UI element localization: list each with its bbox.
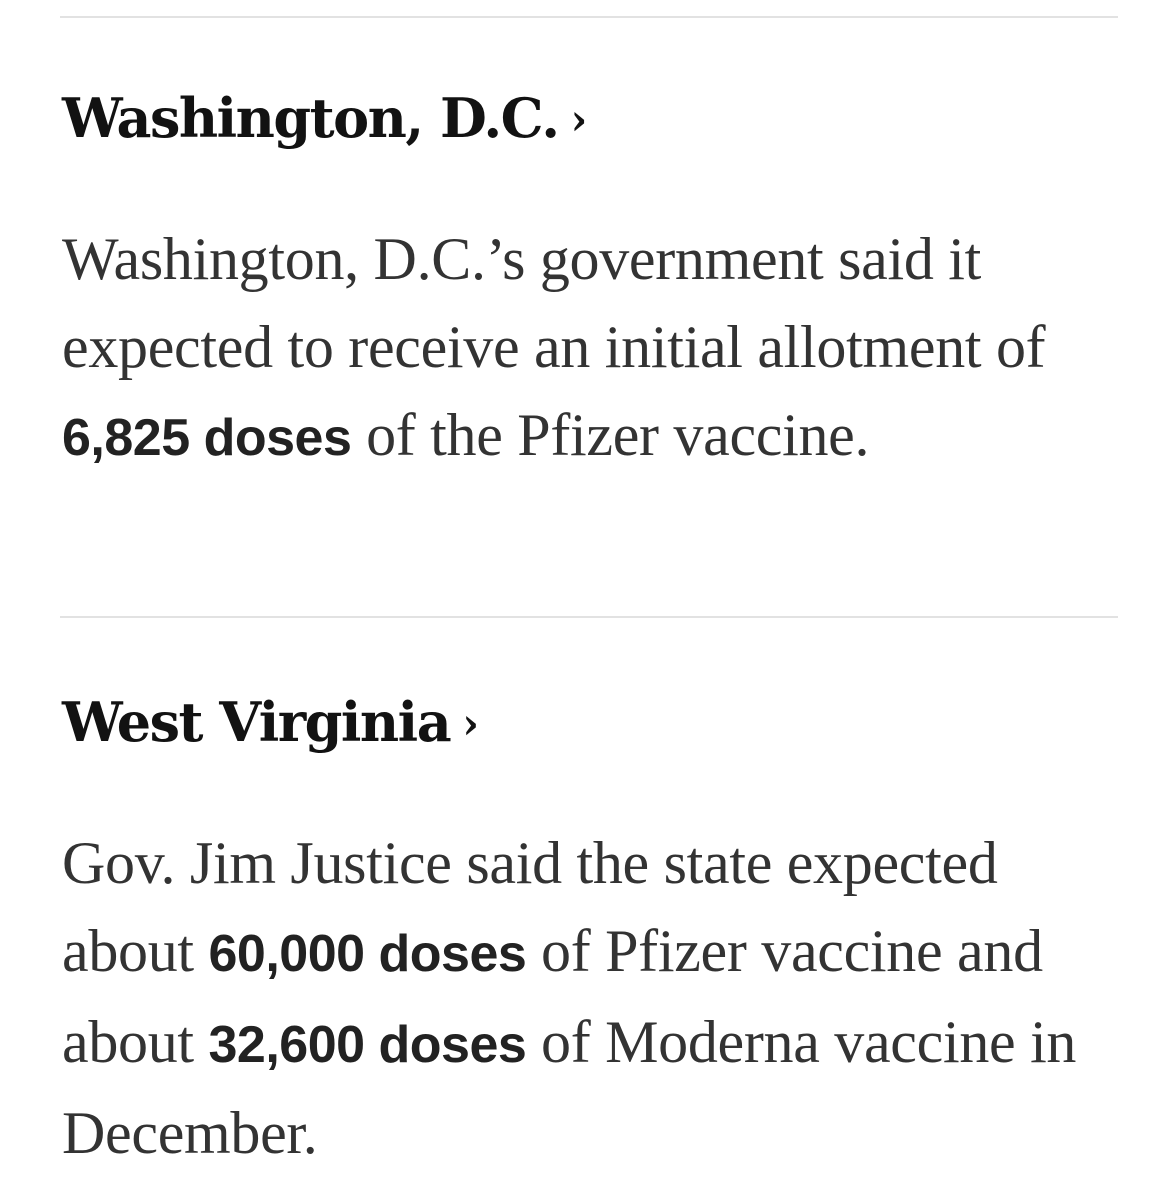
entry-heading-link[interactable]: Washington, D.C. › xyxy=(62,78,1122,163)
entry-body: Washington, D.C.’s government said it ex… xyxy=(62,215,1122,482)
dose-count: 60,000 doses xyxy=(208,925,527,983)
entry-heading-text: West Virginia xyxy=(62,690,452,754)
entry-heading-text: Washington, D.C. xyxy=(62,86,560,150)
dose-count: 6,825 doses xyxy=(62,409,352,467)
entry-west-virginia: West Virginia › Gov. Jim Justice said the… xyxy=(62,682,1122,1177)
section-divider xyxy=(60,616,1118,618)
entry-body: Gov. Jim Justice said the state expected… xyxy=(62,819,1122,1177)
entry-heading-link[interactable]: West Virginia › xyxy=(62,682,1122,767)
entry-body-text: of the Pfizer vaccine. xyxy=(351,402,870,468)
chevron-right-icon: › xyxy=(570,95,588,144)
entry-body-text: Washington, D.C.’s government said it ex… xyxy=(62,226,1046,380)
article-page: Washington, D.C. › Washington, D.C.’s gov… xyxy=(0,0,1175,1200)
chevron-right-icon: › xyxy=(462,699,479,748)
entry-washington-dc: Washington, D.C. › Washington, D.C.’s gov… xyxy=(62,78,1122,482)
top-divider xyxy=(60,16,1118,18)
dose-count: 32,600 doses xyxy=(208,1016,527,1074)
